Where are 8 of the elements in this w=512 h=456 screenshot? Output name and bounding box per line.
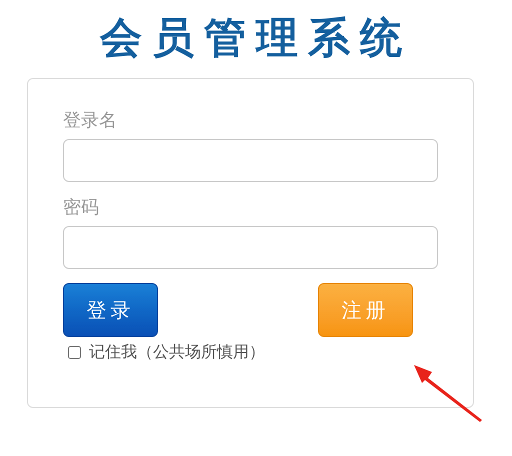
field-label: 登录名 (63, 109, 118, 133)
remember-label: 记住我（公共场所慎用） (89, 341, 265, 363)
login-button[interactable]: 登录 (63, 283, 158, 337)
page-title: 会员管理系统 (100, 12, 412, 64)
field-label: 密码 (63, 196, 100, 220)
input-field[interactable] (63, 226, 438, 269)
input-field[interactable] (63, 139, 438, 182)
remember-checkbox[interactable] (68, 346, 81, 358)
